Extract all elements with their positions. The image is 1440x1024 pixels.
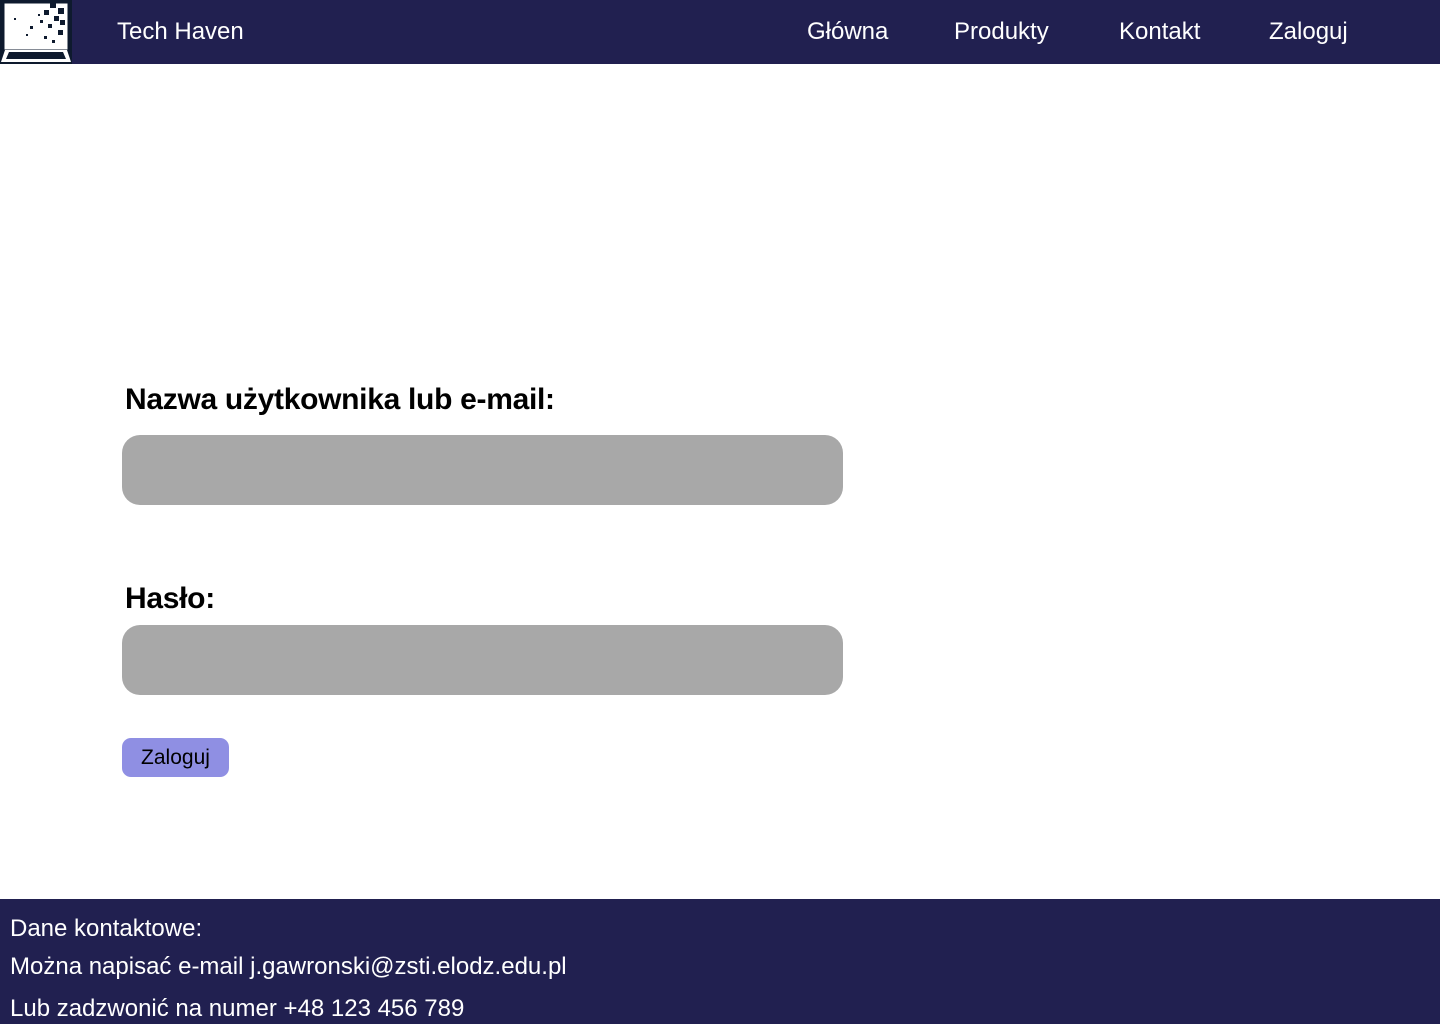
footer-title: Dane kontaktowe: [10,915,203,942]
login-button[interactable]: Zaloguj [122,738,229,777]
nav-link-products[interactable]: Produkty [954,17,1049,47]
top-navbar: Tech Haven Główna Produkty Kontakt Zalog… [0,0,1440,64]
password-input[interactable] [122,625,843,695]
username-input[interactable] [122,435,843,505]
nav-link-login[interactable]: Zaloguj [1269,17,1348,47]
footer-phone-line: Lub zadzwonić na numer +48 123 456 789 [10,995,465,1022]
footer-email-line: Można napisać e-mail j.gawronski@zsti.el… [10,953,567,980]
nav-link-home[interactable]: Główna [807,17,888,47]
laptop-logo-icon[interactable] [0,0,72,64]
password-label: Hasło: [125,582,215,615]
username-label: Nazwa użytkownika lub e-mail: [125,383,555,416]
brand-name[interactable]: Tech Haven [117,17,244,47]
footer: Dane kontaktowe: Można napisać e-mail j.… [0,899,1440,1024]
nav-link-contact[interactable]: Kontakt [1119,17,1200,47]
